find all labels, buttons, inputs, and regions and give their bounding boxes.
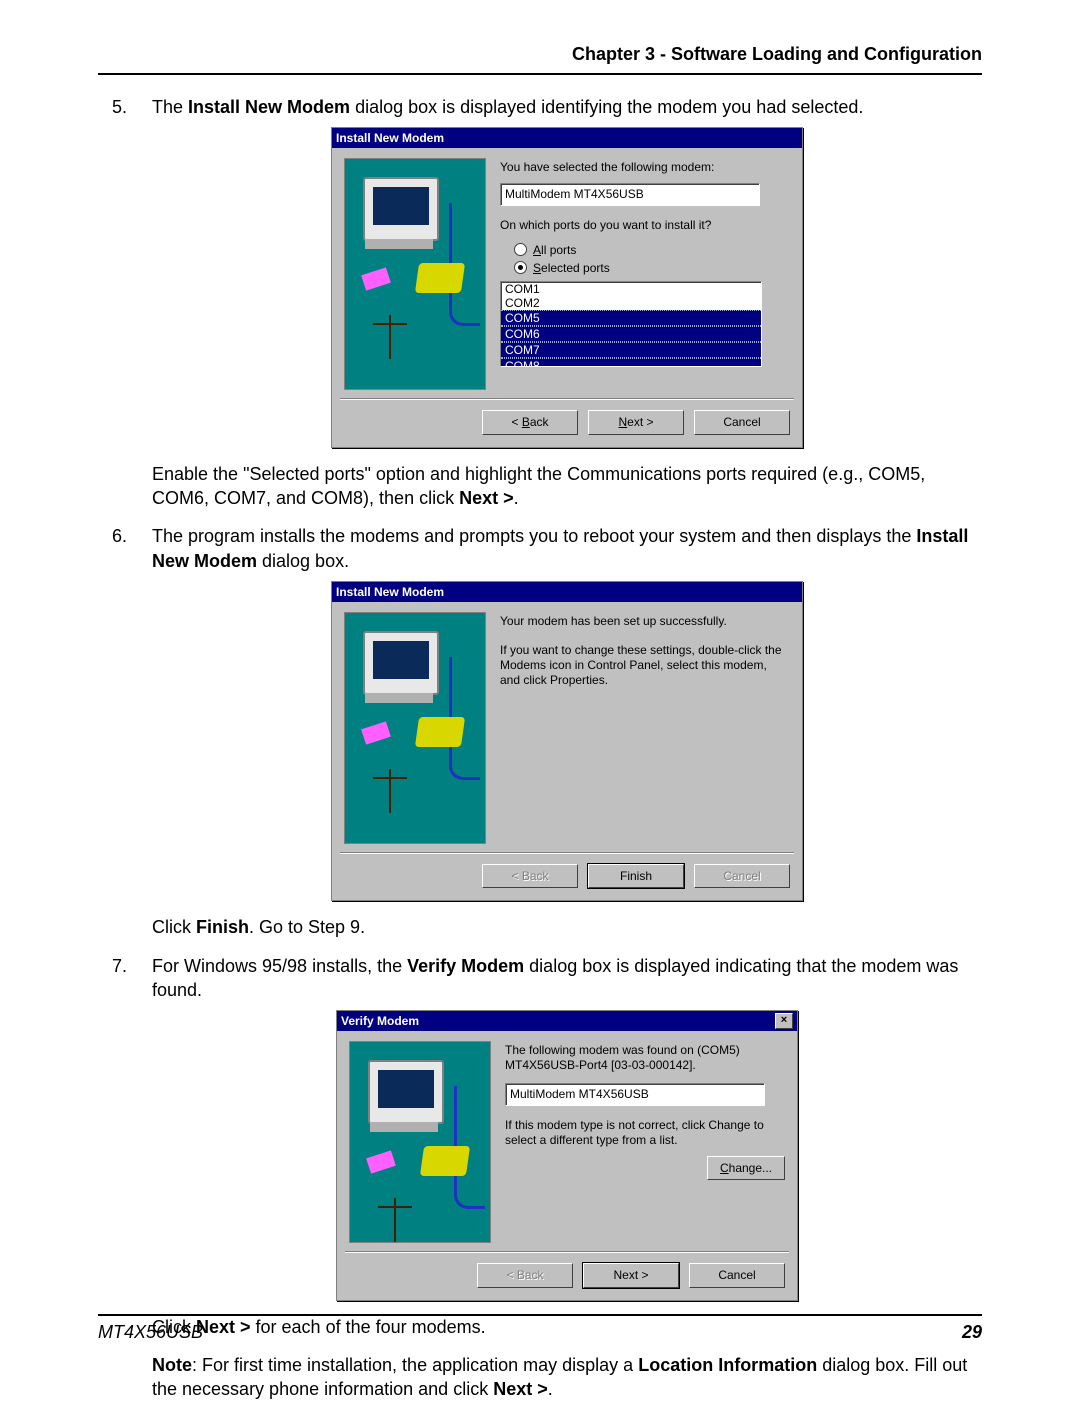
radio-icon [514, 243, 527, 256]
wizard-image [344, 612, 486, 844]
dialog-title: Install New Modem [336, 584, 444, 600]
back-button[interactable]: < Back [482, 410, 578, 434]
list-item[interactable]: COM1 [501, 282, 761, 296]
found-text: The following modem was found on (COM5) … [505, 1043, 785, 1073]
wizard-image [344, 158, 486, 390]
dialog-content: You have selected the following modem: M… [500, 158, 790, 390]
dialog-title: Verify Modem [341, 1013, 419, 1029]
step-6: 6. The program installs the modems and p… [152, 524, 982, 939]
page-footer: MT4X56USB 29 [98, 1314, 982, 1343]
dialog-content: The following modem was found on (COM5) … [505, 1041, 785, 1243]
dialog-titlebar: Install New Modem [332, 582, 802, 602]
prompt-text: You have selected the following modem: [500, 160, 790, 175]
radio-icon [514, 261, 527, 274]
list-item[interactable]: COM2 [501, 296, 761, 310]
step-number: 7. [112, 954, 127, 978]
step-text: For Windows 95/98 installs, the Verify M… [152, 956, 958, 1000]
port-listbox[interactable]: COM1 COM2 COM5 COM6 COM7 COM8 [500, 281, 762, 367]
next-button[interactable]: Next > [583, 1263, 679, 1287]
step-text: The Install New Modem dialog box is disp… [152, 97, 863, 117]
change-hint: If this modem type is not correct, click… [505, 1118, 785, 1148]
help-text: If you want to change these settings, do… [500, 643, 790, 688]
finish-button[interactable]: Finish [588, 864, 684, 888]
dialog-titlebar: Install New Modem [332, 128, 802, 148]
back-button: < Back [477, 1263, 573, 1287]
close-icon[interactable]: × [775, 1013, 793, 1029]
install-new-modem-dialog-1: Install New Modem You have selected the … [331, 127, 803, 447]
document-page: Chapter 3 - Software Loading and Configu… [0, 0, 1080, 1397]
step-list: 5. The Install New Modem dialog box is d… [98, 95, 982, 1401]
step-note: Note: For first time installation, the a… [152, 1353, 982, 1401]
verify-modem-dialog: Verify Modem × The following modem was f… [336, 1010, 798, 1300]
dialog-title: Install New Modem [336, 130, 444, 146]
page-number: 29 [962, 1322, 982, 1343]
chapter-header: Chapter 3 - Software Loading and Configu… [98, 44, 982, 75]
step-5: 5. The Install New Modem dialog box is d… [152, 95, 982, 510]
cancel-button: Cancel [694, 864, 790, 888]
dialog-titlebar: Verify Modem × [337, 1011, 797, 1031]
list-item[interactable]: COM8 [501, 358, 761, 367]
list-item[interactable]: COM6 [501, 326, 761, 342]
ports-prompt: On which ports do you want to install it… [500, 218, 790, 233]
step-number: 5. [112, 95, 127, 119]
step-aftertext: Click Finish. Go to Step 9. [152, 915, 982, 939]
back-button: < Back [482, 864, 578, 888]
modem-type-field[interactable]: MultiModem MT4X56USB [505, 1083, 765, 1105]
list-item[interactable]: COM5 [501, 310, 761, 326]
success-text: Your modem has been set up successfully. [500, 614, 790, 629]
change-button[interactable]: Change... [707, 1156, 785, 1180]
dialog-content: Your modem has been set up successfully.… [500, 612, 790, 844]
model-name: MT4X56USB [98, 1322, 203, 1343]
all-ports-radio[interactable]: All ports [500, 241, 790, 259]
install-new-modem-dialog-2: Install New Modem Your modem has been se… [331, 581, 803, 901]
selected-ports-radio[interactable]: Selected ports [500, 259, 790, 277]
cancel-button[interactable]: Cancel [689, 1263, 785, 1287]
list-item[interactable]: COM7 [501, 342, 761, 358]
cancel-button[interactable]: Cancel [694, 410, 790, 434]
step-number: 6. [112, 524, 127, 548]
wizard-image [349, 1041, 491, 1243]
next-button[interactable]: Next > [588, 410, 684, 434]
step-text: The program installs the modems and prom… [152, 526, 968, 570]
step-aftertext: Enable the "Selected ports" option and h… [152, 462, 982, 511]
selected-modem-field[interactable]: MultiModem MT4X56USB [500, 183, 760, 205]
